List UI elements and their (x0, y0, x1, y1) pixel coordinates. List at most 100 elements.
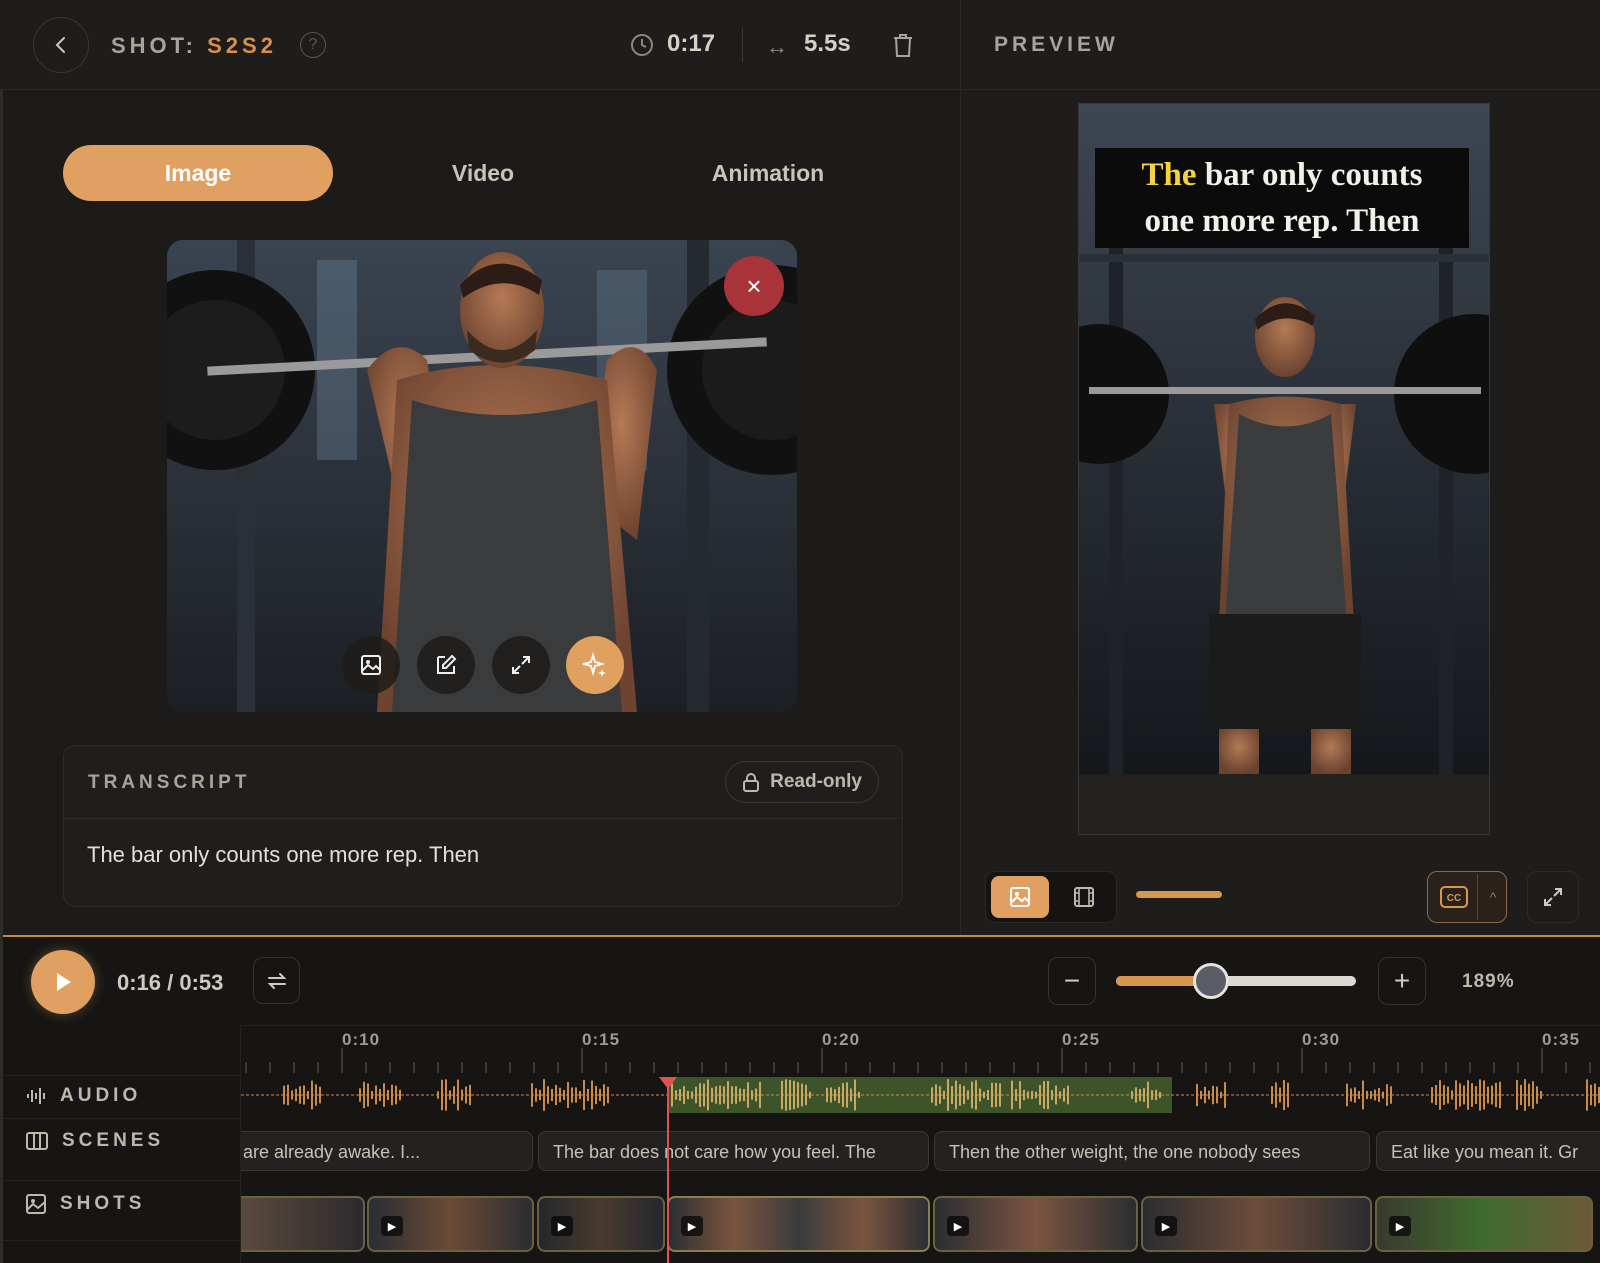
preview-caption: The bar only counts one more rep. Then (1141, 157, 1423, 239)
waveform-bar (1594, 1083, 1596, 1107)
shot-thumb-1[interactable] (241, 1196, 365, 1252)
audio-waveform[interactable] (241, 1075, 1600, 1115)
waveform-bar (1019, 1081, 1021, 1109)
back-button[interactable] (33, 17, 89, 73)
waveform-bar (675, 1090, 677, 1100)
waveform-bar (1499, 1081, 1501, 1109)
waveform-bar (603, 1084, 605, 1106)
weightlifter-image (167, 240, 797, 712)
chevron-left-icon (55, 37, 65, 53)
waveform-bar (1204, 1086, 1206, 1104)
waveform-bar (1459, 1083, 1461, 1107)
expand-image-button[interactable] (492, 636, 550, 694)
waveform-bar (991, 1082, 993, 1108)
shot-thumb-7[interactable]: ▶ (1375, 1196, 1593, 1252)
image-mode-button[interactable] (991, 876, 1049, 918)
shot-thumb-6[interactable]: ▶ (1141, 1196, 1372, 1252)
shot-thumb-5[interactable]: ▶ (933, 1196, 1138, 1252)
waveform-bar (826, 1087, 828, 1103)
sparkle-icon (582, 652, 606, 677)
duration-arrow-icon: ↔ (766, 34, 788, 59)
loop-button[interactable] (253, 957, 300, 1004)
waveform-bar (1540, 1091, 1542, 1099)
track-label-audio: AUDIO (26, 1085, 141, 1107)
waveform-bar (1475, 1086, 1477, 1104)
playhead-handle[interactable] (659, 1077, 677, 1089)
shots-icon (26, 1194, 46, 1214)
edit-image-button[interactable] (417, 636, 475, 694)
shot-thumb-3[interactable]: ▶ (537, 1196, 665, 1252)
zoom-out-button[interactable]: − (1048, 957, 1096, 1005)
waveform-bar (743, 1088, 745, 1102)
scene-clip-2[interactable]: The bar does not care how you feel. The (538, 1131, 929, 1171)
replace-image-button[interactable] (342, 636, 400, 694)
waveform-bar (1155, 1089, 1157, 1101)
remove-image-button[interactable]: × (724, 256, 784, 316)
waveform-bar (850, 1088, 852, 1102)
waveform-bar (1495, 1082, 1497, 1108)
waveform-bar (1143, 1088, 1145, 1102)
waveform-bar (711, 1087, 713, 1103)
waveform-bar (465, 1086, 467, 1104)
waveform-bar (591, 1080, 593, 1110)
scene-clip-3[interactable]: Then the other weight, the one nobody se… (934, 1131, 1370, 1171)
waveform-bar (563, 1090, 565, 1100)
waveform-bar (1224, 1082, 1226, 1108)
waveform-bar (395, 1085, 397, 1105)
waveform-bar (1431, 1087, 1433, 1103)
waveform-bar (842, 1083, 844, 1107)
tick-0-30: 0:30 (1302, 1030, 1341, 1049)
tab-animation[interactable]: Animation (633, 145, 903, 201)
waveform-bar (287, 1084, 289, 1106)
trash-icon[interactable] (891, 32, 915, 58)
waveform-bar (539, 1089, 541, 1101)
waveform-bar (943, 1090, 945, 1100)
tab-video[interactable]: Video (348, 145, 618, 201)
waveform-bar (805, 1084, 807, 1106)
waveform-bar (1346, 1083, 1348, 1107)
waveform-bar (1147, 1081, 1149, 1109)
waveform-bar (1378, 1088, 1380, 1102)
waveform-bar (291, 1090, 293, 1100)
waveform-bar (1447, 1086, 1449, 1104)
waveform-bar (1366, 1090, 1368, 1100)
waveform-bar (1200, 1090, 1202, 1100)
waveform-bar (295, 1088, 297, 1102)
zoom-slider-thumb[interactable] (1193, 963, 1229, 999)
waveform-bar (1479, 1079, 1481, 1111)
waveform-bar (469, 1084, 471, 1106)
waveform-bar (1035, 1091, 1037, 1099)
video-mode-button[interactable] (1055, 876, 1113, 918)
waveform-bar (375, 1085, 377, 1105)
play-button[interactable] (31, 950, 95, 1014)
waveform-bar (1382, 1091, 1384, 1099)
waveform-bar (1439, 1080, 1441, 1110)
ai-generate-button[interactable] (566, 636, 624, 694)
waveform-bar (751, 1090, 753, 1100)
play-icon: ▶ (1389, 1216, 1411, 1236)
waveform-bar (1059, 1091, 1061, 1099)
waveform-bar (1467, 1080, 1469, 1110)
waveform-bar (695, 1086, 697, 1104)
time-ruler[interactable] (241, 1025, 1600, 1073)
scene-clip-1[interactable]: are already awake. I... (241, 1131, 533, 1171)
waveform-bar (971, 1081, 973, 1109)
waveform-bar (963, 1085, 965, 1105)
help-icon[interactable]: ? (300, 32, 326, 58)
captions-options-caret[interactable]: ^ (1480, 874, 1506, 920)
shot-start-time: 0:17 (667, 30, 716, 57)
shot-thumb-4-selected[interactable]: ▶ (667, 1196, 930, 1252)
scene-clip-4[interactable]: Eat like you mean it. Gr (1376, 1131, 1600, 1171)
zoom-in-button[interactable]: + (1378, 957, 1426, 1005)
playhead[interactable] (667, 1080, 669, 1263)
waveform-bar (801, 1083, 803, 1107)
shot-thumb-2[interactable]: ▶ (367, 1196, 534, 1252)
tick-0-25: 0:25 (1062, 1030, 1101, 1049)
waveform-bar (739, 1088, 741, 1102)
captions-toggle-button[interactable]: CC (1430, 874, 1478, 920)
waveform-bar (1590, 1084, 1592, 1106)
fullscreen-button[interactable] (1527, 871, 1579, 923)
tick-0-15: 0:15 (582, 1030, 621, 1049)
tab-image[interactable]: Image (63, 145, 333, 201)
track-label-scenes: SCENES (26, 1130, 164, 1152)
